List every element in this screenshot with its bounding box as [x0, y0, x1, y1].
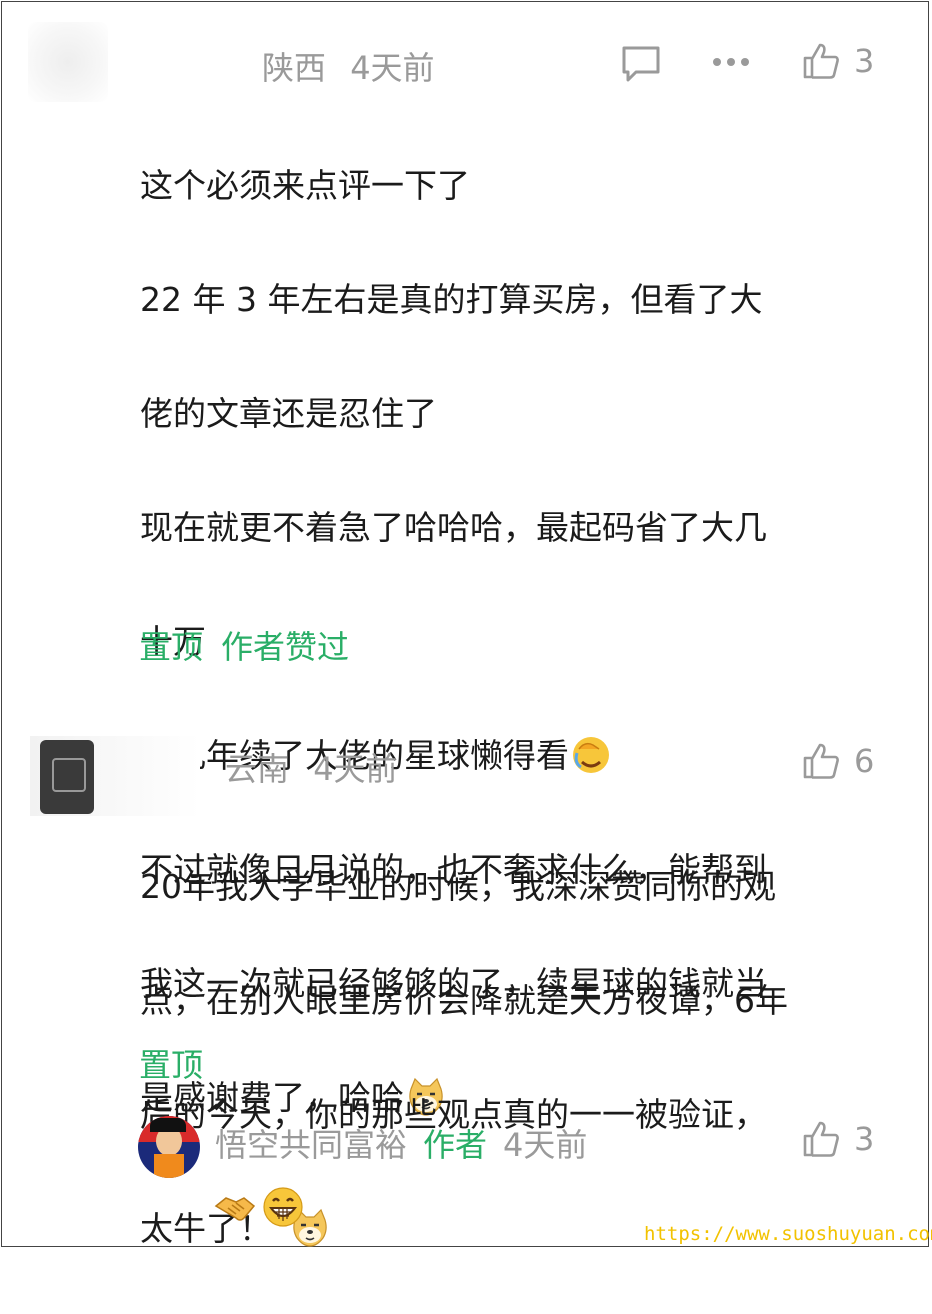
reply-icon[interactable] [620, 44, 662, 88]
avatar[interactable] [40, 740, 94, 814]
author-liked-tag: 作者赞过 [221, 628, 350, 666]
grin-emoji-icon [263, 1187, 303, 1227]
like-button[interactable]: 3 [802, 42, 874, 80]
comment-meta: 云南 4天前 [225, 744, 398, 790]
comment-time: 4天前 [313, 750, 398, 788]
comment-line: 20年我大学毕业的时候，我深深赞同你的观 [140, 867, 776, 906]
comment-line: 佬的文章还是忍住了 [140, 394, 437, 433]
thumbs-up-icon [803, 1121, 839, 1157]
like-count: 3 [854, 42, 875, 80]
handshake-emoji-icon [214, 1197, 256, 1221]
comment-line: 现在就更不着急了哈哈哈，最起码省了大几 [140, 508, 767, 547]
like-count: 3 [854, 1120, 875, 1158]
comment-location: 陕西 [262, 49, 327, 87]
author-badge: 作者 [423, 1126, 488, 1164]
like-button[interactable]: 3 [802, 1120, 874, 1158]
thumbs-up-icon [803, 743, 839, 779]
like-button[interactable]: 6 [802, 742, 874, 780]
comment-tags: 置顶 [139, 1040, 203, 1086]
comment-location: 云南 [225, 750, 290, 788]
more-icon[interactable] [712, 54, 750, 73]
reply-content [214, 1186, 304, 1228]
thumbs-up-icon [803, 43, 839, 79]
author-avatar[interactable] [138, 1116, 200, 1178]
comment-time: 4天前 [350, 49, 435, 87]
comment-tags: 置顶 作者赞过 [139, 622, 349, 668]
watermark-url: https://www.suoshuyuan.com [644, 1223, 932, 1245]
comment-line: 22 年 3 年左右是真的打算买房，但看了大 [140, 280, 763, 319]
facepalm-emoji-icon [573, 737, 609, 773]
like-count: 6 [854, 742, 875, 780]
comment-meta: 陕西 4天前 [262, 43, 435, 89]
reply-meta: 悟空共同富裕 作者 4天前 [215, 1120, 587, 1166]
comment-line: 点，在别人眼里房价会降就是天方夜谭，6年 [140, 981, 788, 1020]
reply-time: 4天前 [503, 1126, 588, 1164]
pinned-tag: 置顶 [139, 1046, 204, 1084]
comment-line: 这个必须来点评一下了 [140, 166, 470, 205]
avatar[interactable] [28, 22, 108, 102]
reply-author-name[interactable]: 悟空共同富裕 [215, 1120, 407, 1166]
pinned-tag: 置顶 [139, 628, 204, 666]
